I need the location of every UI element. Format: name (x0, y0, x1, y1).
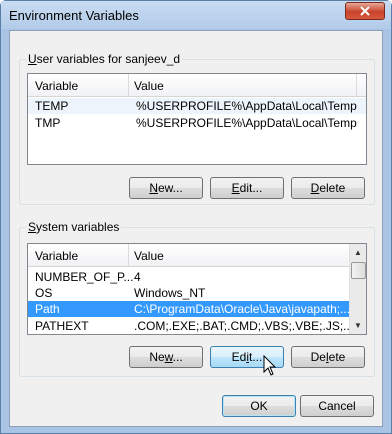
system-var-value: .COM;.EXE;.BAT;.CMD;.VBS;.VBE;.JS;.... (134, 319, 357, 333)
system-var-name: Path (35, 302, 60, 316)
title-bar[interactable]: Environment Variables (1, 1, 391, 29)
scrollbar-thumb[interactable] (351, 262, 366, 279)
user-delete-button[interactable]: Delete (291, 177, 365, 199)
column-header-value[interactable]: Value (134, 249, 164, 263)
window-title: Environment Variables (9, 8, 139, 23)
system-variables-scrollbar[interactable]: ▲ ▼ (349, 244, 366, 334)
user-var-name: TMP (35, 116, 61, 130)
column-header-value[interactable]: Value (134, 79, 164, 93)
user-variables-header: Variable Value (28, 74, 366, 97)
system-new-button[interactable]: New... (129, 346, 203, 368)
environment-variables-dialog: Environment Variables User variables for… (0, 0, 392, 434)
user-var-row-temp[interactable]: TEMP %USERPROFILE%\AppData\Local\Temp (28, 98, 366, 114)
system-var-name: PATHEXT (35, 319, 89, 333)
dialog-body: User variables for sanjeev_d Variable Va… (9, 30, 383, 427)
user-var-value: %USERPROFILE%\AppData\Local\Temp (136, 116, 357, 130)
system-var-row[interactable]: OS Windows_NT (28, 285, 366, 301)
system-var-name: OS (35, 286, 53, 300)
close-icon (360, 6, 370, 16)
cancel-button[interactable]: Cancel (300, 395, 374, 417)
system-var-row-path-selected[interactable]: Path C:\ProgramData\Oracle\Java\javapath… (28, 301, 350, 317)
system-var-row[interactable]: NUMBER_OF_P... 4 (28, 269, 366, 285)
system-variables-list[interactable]: Variable Value NUMBER_OF_P... 4 OS Windo… (27, 243, 367, 335)
system-variables-header: Variable Value (28, 244, 366, 267)
system-variables-label: System variables (26, 220, 122, 234)
user-edit-button[interactable]: Edit... (210, 177, 284, 199)
system-var-value: Windows_NT (134, 286, 206, 300)
user-new-button[interactable]: New... (129, 177, 203, 199)
column-header-variable[interactable]: Variable (35, 249, 78, 263)
system-var-value: C:\ProgramData\Oracle\Java\javapath;... (134, 302, 351, 316)
system-delete-button[interactable]: Delete (291, 346, 365, 368)
user-var-name: TEMP (35, 99, 69, 113)
column-header-variable[interactable]: Variable (35, 79, 78, 93)
user-variables-list[interactable]: Variable Value TEMP %USERPROFILE%\AppDat… (27, 73, 367, 165)
user-var-value: %USERPROFILE%\AppData\Local\Temp (136, 99, 357, 113)
scroll-up-arrow-icon[interactable]: ▲ (350, 244, 366, 261)
scroll-down-arrow-icon[interactable]: ▼ (350, 317, 366, 334)
system-var-row[interactable]: PATHEXT .COM;.EXE;.BAT;.CMD;.VBS;.VBE;.J… (28, 318, 357, 334)
system-var-value: 4 (134, 270, 141, 284)
user-variables-label: User variables for sanjeev_d (26, 52, 183, 66)
close-button[interactable] (345, 2, 385, 20)
system-var-name: NUMBER_OF_P... (35, 270, 134, 284)
ok-button[interactable]: OK (222, 395, 296, 417)
mouse-cursor-icon (263, 355, 277, 376)
user-var-row-tmp[interactable]: TMP %USERPROFILE%\AppData\Local\Temp (28, 115, 366, 131)
